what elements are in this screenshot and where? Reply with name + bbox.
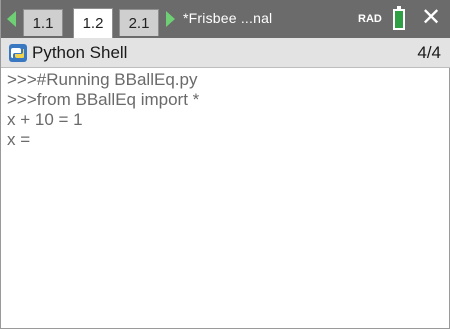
shell-line: >>>#Running BBallEq.py xyxy=(7,70,198,89)
document-title: *Frisbee ...nal xyxy=(183,10,273,26)
tab-2-1[interactable]: 2.1 xyxy=(119,9,159,36)
calculator-screen: 1.1 1.2 2.1 *Frisbee ...nal RAD ✕ Python… xyxy=(0,0,450,329)
tab-label: 2.1 xyxy=(128,14,150,32)
left-arrow-icon[interactable] xyxy=(7,11,16,27)
shell-line: >>>from BBallEq import * xyxy=(7,90,200,109)
shell-output[interactable]: >>>#Running BBallEq.py >>>from BBallEq i… xyxy=(7,70,443,150)
shell-line: x + 10 = 1 xyxy=(7,110,83,129)
right-arrow-icon[interactable] xyxy=(166,11,175,27)
tab-1-2[interactable]: 1.2 xyxy=(73,8,113,38)
app-title: Python Shell xyxy=(32,43,128,62)
battery-icon xyxy=(393,6,405,30)
tab-label: 1.2 xyxy=(82,15,104,32)
python-icon xyxy=(9,44,27,62)
tab-bar: 1.1 1.2 2.1 *Frisbee ...nal RAD ✕ xyxy=(1,0,450,38)
close-icon[interactable]: ✕ xyxy=(421,6,441,30)
tab-1-1[interactable]: 1.1 xyxy=(23,9,63,36)
tab-label: 1.1 xyxy=(32,14,54,32)
shell-input-prompt[interactable]: x = xyxy=(7,130,443,150)
page-count: 4/4 xyxy=(417,43,441,62)
angle-mode-indicator: RAD xyxy=(358,13,382,25)
app-header: Python Shell 4/4 xyxy=(1,38,450,68)
